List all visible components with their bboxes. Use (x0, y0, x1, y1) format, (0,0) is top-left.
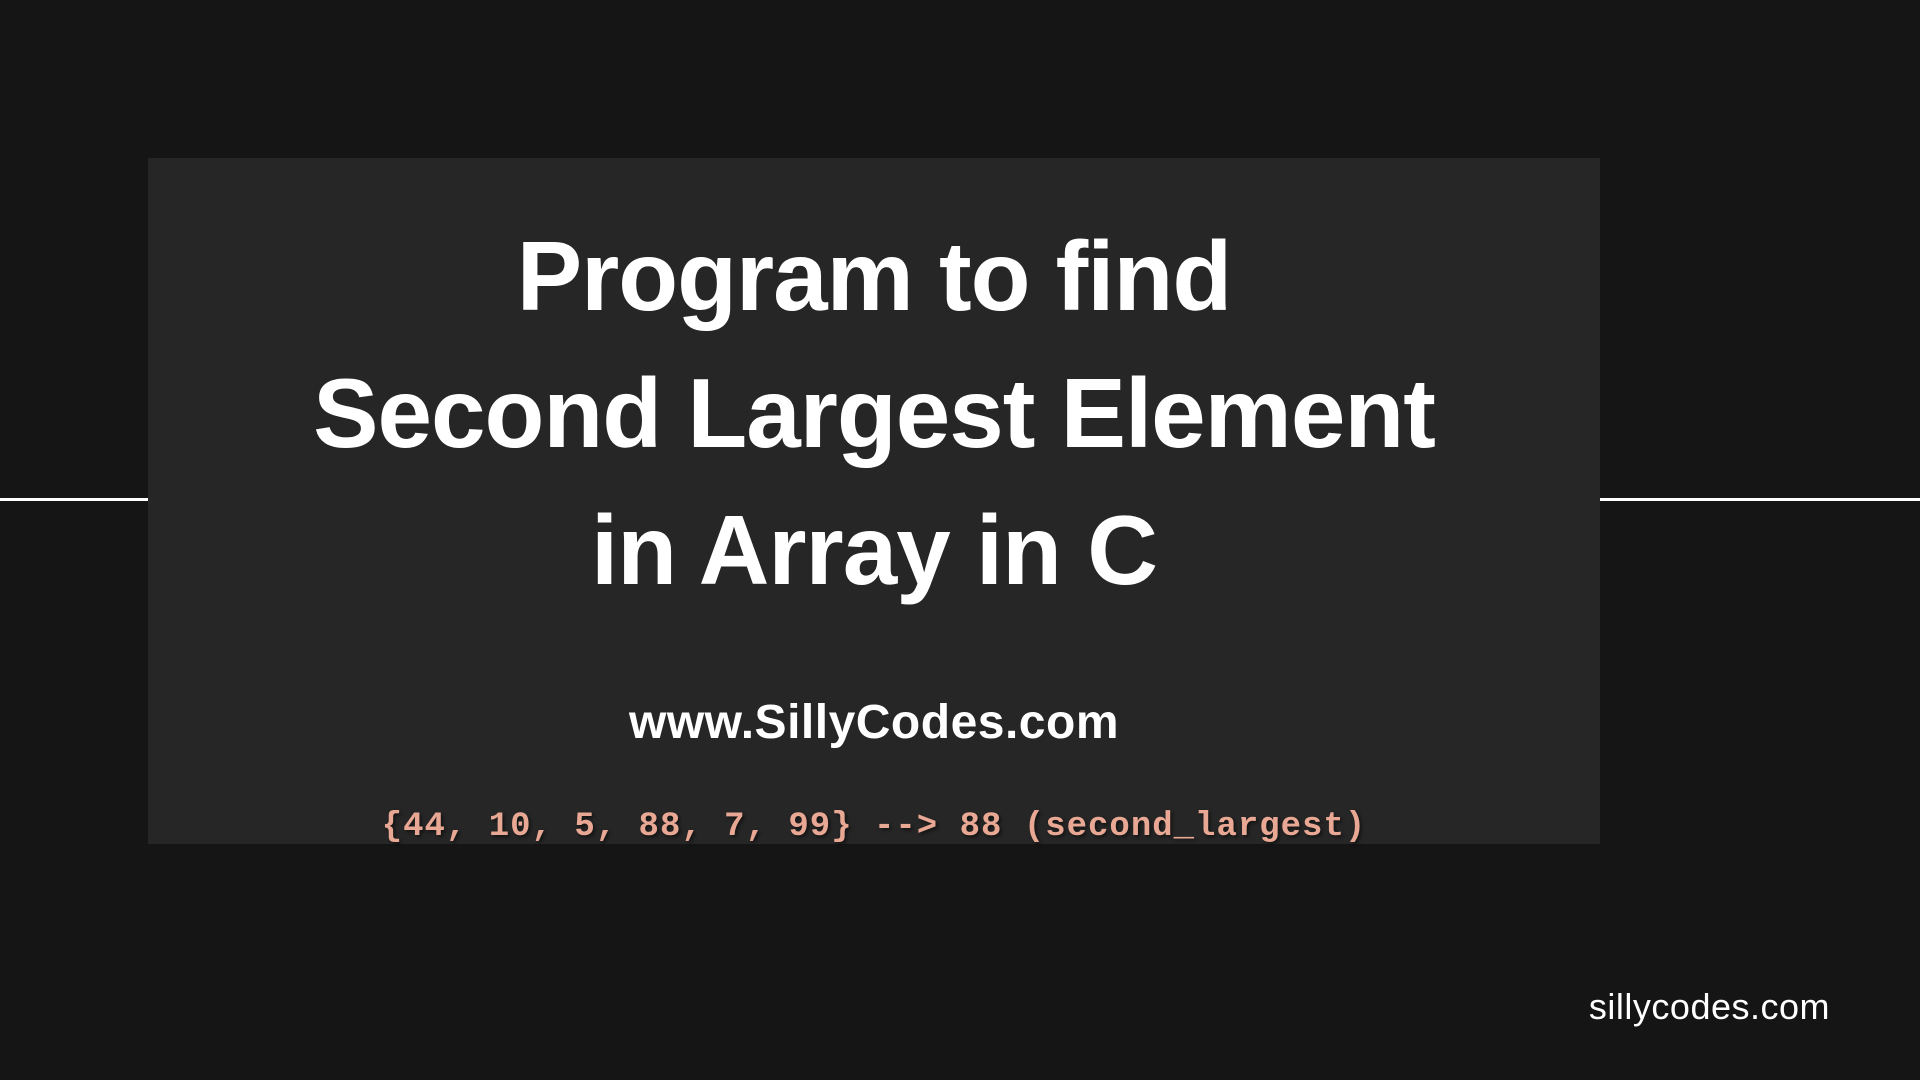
title-line-1: Program to find (313, 208, 1435, 345)
website-url: www.SillyCodes.com (629, 695, 1119, 750)
main-title: Program to find Second Largest Element i… (313, 208, 1435, 620)
title-line-2: Second Largest Element (313, 345, 1435, 482)
title-line-3: in Array in C (313, 482, 1435, 619)
footer-text: sillycodes.com (1589, 986, 1830, 1028)
code-example: {44, 10, 5, 88, 7, 99} --> 88 (second_la… (382, 808, 1367, 846)
decorative-line-right (1600, 498, 1920, 501)
decorative-line-left (0, 498, 148, 501)
content-card: Program to find Second Largest Element i… (148, 158, 1600, 844)
